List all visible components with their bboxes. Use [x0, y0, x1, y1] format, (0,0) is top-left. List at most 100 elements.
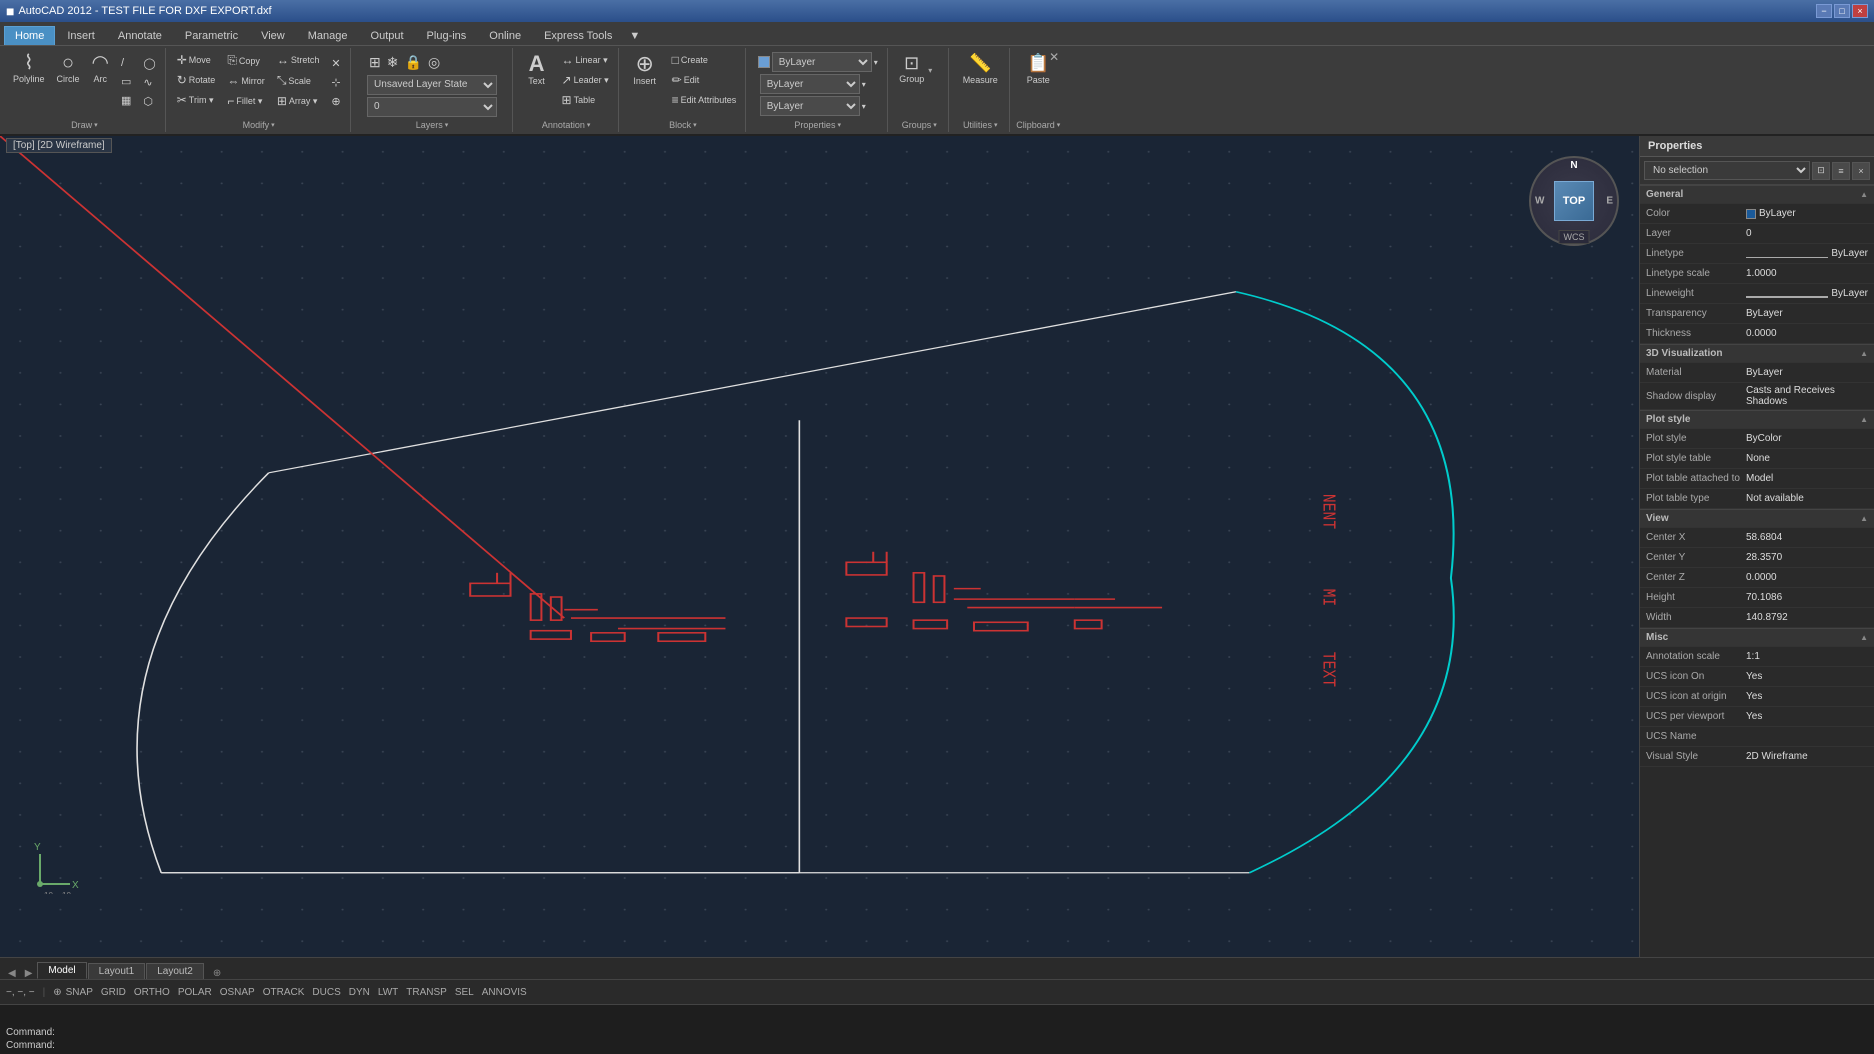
- status-snap[interactable]: ⊕ SNAP: [53, 987, 93, 998]
- layer-dropdown[interactable]: 0: [367, 97, 497, 117]
- layer-lock-button[interactable]: 🔒: [403, 52, 424, 73]
- linear-button[interactable]: ↔ Linear ▾: [557, 50, 614, 70]
- close-window-btn[interactable]: ×: [1852, 4, 1868, 18]
- tab-expand[interactable]: ▼: [624, 26, 645, 45]
- props-icon-1[interactable]: ⊡: [1812, 162, 1830, 180]
- status-ortho[interactable]: ORTHO: [134, 987, 170, 998]
- status-ducs[interactable]: DUCS: [312, 987, 340, 998]
- viewport[interactable]: [Top] [2D Wireframe] _ □ ✕: [0, 136, 1639, 957]
- create-button[interactable]: □ Create: [667, 50, 742, 70]
- text-button[interactable]: A Text: [519, 50, 555, 89]
- layer-freeze-button[interactable]: ❄: [385, 52, 401, 73]
- layout-tab-layout2[interactable]: Layout2: [146, 963, 204, 979]
- compass-center[interactable]: TOP: [1554, 181, 1594, 221]
- maximize-btn[interactable]: □: [1834, 4, 1850, 18]
- edit-label: Edit: [684, 75, 700, 85]
- layout-scroll-left[interactable]: ◀: [4, 968, 20, 979]
- stretch-button[interactable]: ↔ Stretch: [272, 50, 325, 70]
- groups-group-label[interactable]: Groups ▾: [902, 120, 937, 130]
- block-group-label[interactable]: Block ▾: [669, 120, 697, 130]
- tab-parametric[interactable]: Parametric: [174, 26, 249, 45]
- minimize-btn[interactable]: −: [1816, 4, 1832, 18]
- tab-view[interactable]: View: [250, 26, 296, 45]
- layers-group-label[interactable]: Layers ▾: [416, 120, 449, 130]
- circle-button[interactable]: ○ Circle: [52, 50, 85, 87]
- insert-button[interactable]: ⊕ Insert: [625, 50, 665, 89]
- block-expand-arrow: ▾: [693, 121, 697, 129]
- status-polar[interactable]: POLAR: [178, 987, 212, 998]
- rotate-button[interactable]: ↻ Rotate: [172, 70, 221, 90]
- draw-group-label[interactable]: Draw ▾: [71, 120, 98, 130]
- layout-tab-model[interactable]: Model: [37, 962, 86, 979]
- layer-iso-button[interactable]: ◎: [426, 52, 442, 73]
- layer-properties-button[interactable]: ⊞: [367, 52, 383, 73]
- edit-button[interactable]: ✏ Edit: [667, 70, 742, 90]
- move-button[interactable]: ✛ Move: [172, 50, 221, 70]
- props-icon-3[interactable]: ×: [1852, 162, 1870, 180]
- bylayer-color-select[interactable]: ByLayer: [772, 52, 872, 72]
- utilities-group-label[interactable]: Utilities ▾: [963, 120, 998, 130]
- status-annovis[interactable]: ANNOVIS: [482, 987, 527, 998]
- section-3dvis-header[interactable]: 3D Visualization ▲: [1640, 344, 1874, 363]
- close-ribbon-button[interactable]: ✕: [1047, 48, 1061, 66]
- tab-manage[interactable]: Manage: [297, 26, 359, 45]
- fillet-button[interactable]: ⌐ Fillet ▾: [222, 91, 270, 111]
- leader-button[interactable]: ↗ Leader ▾: [557, 70, 614, 90]
- properties-group-label[interactable]: Properties ▾: [794, 120, 841, 130]
- window-controls[interactable]: − □ ×: [1816, 4, 1868, 18]
- spline-button-sm[interactable]: ∿: [138, 73, 160, 92]
- status-sel[interactable]: SEL: [455, 987, 474, 998]
- layout-tab-layout1[interactable]: Layout1: [88, 963, 146, 979]
- erase-button-sm[interactable]: ✕: [326, 54, 345, 73]
- mirror-button[interactable]: ⇔ Mirror: [222, 71, 270, 91]
- status-osnap[interactable]: OSNAP: [220, 987, 255, 998]
- layer-state-select[interactable]: Unsaved Layer State: [367, 75, 497, 95]
- arc-button[interactable]: ◠ Arc: [87, 50, 114, 87]
- array-button[interactable]: ⊞ Array ▾: [272, 91, 325, 111]
- modify-group-label[interactable]: Modify ▾: [243, 120, 275, 130]
- clipboard-group-label[interactable]: Clipboard ▾: [1016, 120, 1060, 130]
- join-button-sm[interactable]: ⊕: [326, 92, 345, 111]
- section-misc-header[interactable]: Misc ▲: [1640, 628, 1874, 647]
- status-lw[interactable]: LWT: [378, 987, 398, 998]
- section-plotstyle-header[interactable]: Plot style ▲: [1640, 410, 1874, 429]
- trim-button[interactable]: ✂ Trim ▾: [172, 90, 221, 110]
- selection-dropdown[interactable]: No selection: [1644, 161, 1810, 180]
- table-button[interactable]: ⊞ Table: [557, 90, 614, 110]
- explode-button-sm[interactable]: ⊹: [326, 73, 345, 92]
- tab-home[interactable]: Home: [4, 26, 55, 45]
- section-general-header[interactable]: General ▲: [1640, 185, 1874, 204]
- line-button-sm[interactable]: /: [116, 54, 136, 72]
- status-dyn[interactable]: DYN: [349, 987, 370, 998]
- tab-annotate[interactable]: Annotate: [107, 26, 173, 45]
- status-otrack[interactable]: OTRACK: [263, 987, 305, 998]
- annotation-group-label[interactable]: Annotation ▾: [542, 120, 591, 130]
- bylayer-weight-select[interactable]: ByLayer: [760, 96, 860, 116]
- editattribs-button[interactable]: ≡ Edit Attributes: [667, 90, 742, 110]
- status-grid[interactable]: GRID: [101, 987, 126, 998]
- tab-expresstools[interactable]: Express Tools: [533, 26, 623, 45]
- status-transp[interactable]: TRANSP: [406, 987, 447, 998]
- tab-insert[interactable]: Insert: [56, 26, 106, 45]
- polyline-button[interactable]: ⌇ Polyline: [8, 50, 50, 87]
- layout-new-tab[interactable]: ⊕: [209, 968, 225, 979]
- cmd-input[interactable]: [59, 1040, 1868, 1051]
- hatch-button-sm[interactable]: ▦: [116, 91, 136, 110]
- view-cube[interactable]: N S E W TOP WCS: [1529, 156, 1619, 246]
- group-button[interactable]: ⊡ Group ▾: [894, 50, 944, 87]
- scale-button[interactable]: ⤡ Scale: [272, 70, 325, 91]
- measure-button[interactable]: 📏 Measure: [955, 50, 1005, 88]
- ellipse-button-sm[interactable]: ◯: [138, 54, 160, 73]
- tab-online[interactable]: Online: [478, 26, 532, 45]
- tab-output[interactable]: Output: [360, 26, 415, 45]
- rect-button-sm[interactable]: ▭: [116, 72, 136, 91]
- cmd-prompt-line[interactable]: Command:: [6, 1039, 1868, 1052]
- copy-button[interactable]: ⎘ Copy: [222, 50, 270, 71]
- props-icon-2[interactable]: ≡: [1832, 162, 1850, 180]
- layout-scroll-right[interactable]: ▶: [21, 968, 37, 979]
- section-view-header[interactable]: View ▲: [1640, 509, 1874, 528]
- annovis-label: ANNOVIS: [482, 987, 527, 998]
- tab-plugins[interactable]: Plug-ins: [416, 26, 478, 45]
- region-button-sm[interactable]: ⬡: [138, 92, 160, 111]
- bylayer-line-select[interactable]: ByLayer: [760, 74, 860, 94]
